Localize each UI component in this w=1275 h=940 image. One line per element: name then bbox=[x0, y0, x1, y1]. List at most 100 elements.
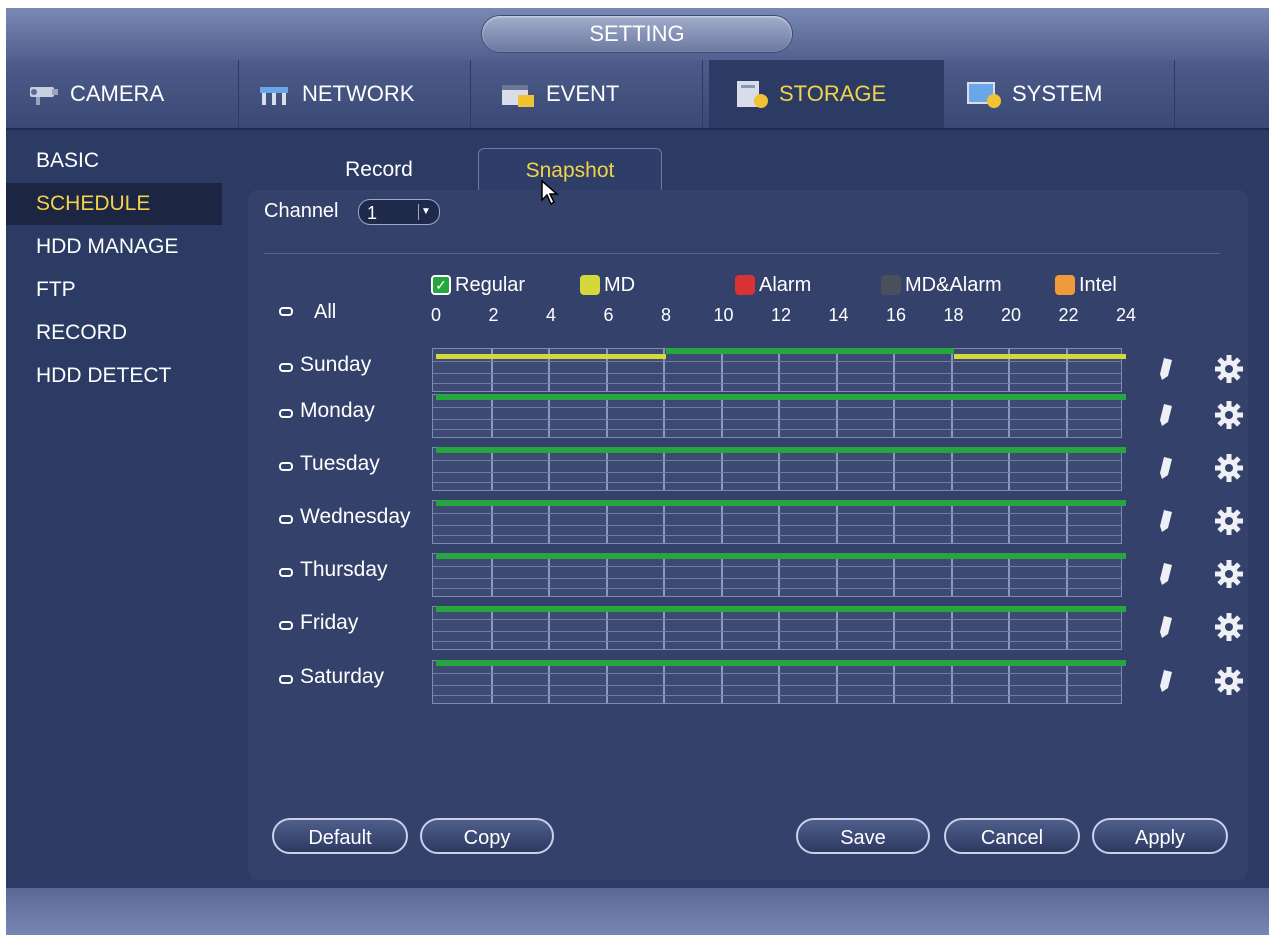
schedule-period-regular bbox=[436, 553, 1126, 559]
storage-icon bbox=[733, 79, 771, 109]
legend-md-alarm[interactable]: MD&Alarm bbox=[881, 273, 1002, 297]
schedule-period-regular bbox=[666, 348, 954, 354]
md-swatch bbox=[580, 275, 600, 295]
tab-event-label: EVENT bbox=[546, 81, 620, 106]
system-icon bbox=[966, 79, 1004, 109]
schedule-period-regular bbox=[436, 606, 1126, 612]
pencil-icon[interactable] bbox=[1158, 508, 1174, 534]
cancel-button[interactable]: Cancel bbox=[944, 818, 1080, 854]
title-bar: SETTING bbox=[6, 8, 1269, 60]
tab-system[interactable]: SYSTEM bbox=[942, 60, 1175, 128]
hour-label: 2 bbox=[488, 305, 499, 325]
tab-storage[interactable]: STORAGE bbox=[709, 60, 944, 128]
day-label: Monday bbox=[300, 399, 375, 422]
menu-basic[interactable]: BASIC bbox=[6, 140, 222, 182]
tab-network[interactable]: NETWORK bbox=[238, 60, 471, 128]
menu-record[interactable]: RECORD bbox=[6, 312, 222, 354]
mouse-cursor-icon bbox=[541, 180, 560, 206]
hour-label: 12 bbox=[770, 305, 792, 325]
gear-icon[interactable] bbox=[1214, 400, 1244, 430]
hour-label: 6 bbox=[603, 305, 614, 325]
legend-alarm[interactable]: Alarm bbox=[735, 273, 811, 297]
legend-regular[interactable]: ✓ Regular bbox=[431, 273, 525, 297]
schedule-grid[interactable] bbox=[432, 606, 1122, 650]
window-title: SETTING bbox=[482, 16, 792, 52]
all-label: All bbox=[314, 301, 337, 323]
schedule-grid[interactable] bbox=[432, 394, 1122, 438]
tab-system-label: SYSTEM bbox=[1012, 81, 1103, 106]
day-checkbox[interactable] bbox=[279, 462, 293, 471]
hour-label: 18 bbox=[943, 305, 964, 325]
all-checkbox[interactable] bbox=[279, 307, 293, 316]
legend-regular-label: Regular bbox=[455, 273, 526, 296]
gear-icon[interactable] bbox=[1214, 666, 1244, 696]
pencil-icon[interactable] bbox=[1158, 402, 1174, 428]
hour-label: 16 bbox=[885, 305, 907, 325]
schedule-period-md bbox=[436, 354, 666, 359]
hour-label: 22 bbox=[1058, 305, 1079, 325]
copy-button[interactable]: Copy bbox=[420, 818, 554, 854]
hour-label: 0 bbox=[430, 305, 441, 325]
left-menu: BASIC SCHEDULE HDD MANAGE FTP RECORD HDD… bbox=[6, 140, 222, 398]
day-checkbox[interactable] bbox=[279, 363, 293, 372]
intel-swatch bbox=[1055, 275, 1075, 295]
day-label: Thursday bbox=[300, 558, 388, 581]
legend-alarm-label: Alarm bbox=[759, 273, 812, 296]
gear-icon[interactable] bbox=[1214, 453, 1244, 483]
top-tab-bar: CAMERA NETWORK EVENT STORAGE SYSTEM bbox=[6, 60, 1269, 130]
gear-icon[interactable] bbox=[1214, 559, 1244, 589]
schedule-grid[interactable] bbox=[432, 500, 1122, 544]
legend-md-alarm-label: MD&Alarm bbox=[905, 273, 1002, 296]
apply-button[interactable]: Apply bbox=[1092, 818, 1228, 854]
gear-icon[interactable] bbox=[1214, 506, 1244, 536]
legend-intel[interactable]: Intel bbox=[1055, 273, 1117, 297]
subtab-snapshot[interactable]: Snapshot bbox=[478, 148, 662, 193]
legend-md[interactable]: MD bbox=[580, 273, 635, 297]
tab-camera[interactable]: CAMERA bbox=[6, 60, 239, 128]
day-checkbox[interactable] bbox=[279, 409, 293, 418]
day-label: Sunday bbox=[300, 353, 372, 376]
divider bbox=[264, 253, 1220, 254]
schedule-period-regular bbox=[436, 660, 1126, 666]
check-icon: ✓ bbox=[431, 275, 451, 295]
pencil-icon[interactable] bbox=[1158, 668, 1174, 694]
menu-schedule[interactable]: SCHEDULE bbox=[6, 183, 222, 225]
schedule-grid[interactable] bbox=[432, 553, 1122, 597]
schedule-period-md bbox=[953, 354, 1126, 359]
channel-value: 1 bbox=[367, 203, 378, 223]
day-label: Friday bbox=[300, 611, 359, 634]
legend-intel-label: Intel bbox=[1079, 273, 1117, 296]
day-checkbox[interactable] bbox=[279, 621, 293, 630]
channel-select[interactable]: 1 ▼ bbox=[358, 199, 440, 225]
schedule-period-regular bbox=[436, 394, 1126, 400]
menu-ftp[interactable]: FTP bbox=[6, 269, 222, 311]
gear-icon[interactable] bbox=[1214, 612, 1244, 642]
subtab-record[interactable]: Record bbox=[288, 148, 470, 192]
schedule-grid[interactable] bbox=[432, 447, 1122, 491]
day-checkbox[interactable] bbox=[279, 515, 293, 524]
tab-network-label: NETWORK bbox=[302, 81, 415, 106]
gear-icon[interactable] bbox=[1214, 354, 1244, 384]
pencil-icon[interactable] bbox=[1158, 561, 1174, 587]
schedule-grid[interactable] bbox=[432, 660, 1122, 704]
chevron-down-icon: ▼ bbox=[418, 204, 433, 220]
hour-label: 4 bbox=[545, 305, 556, 325]
save-button[interactable]: Save bbox=[796, 818, 930, 854]
default-button[interactable]: Default bbox=[272, 818, 408, 854]
hour-label: 20 bbox=[1000, 305, 1022, 325]
status-bar bbox=[6, 888, 1269, 935]
hour-label: 8 bbox=[660, 305, 671, 325]
network-icon bbox=[256, 79, 294, 109]
tab-event[interactable]: EVENT bbox=[470, 60, 703, 128]
pencil-icon[interactable] bbox=[1158, 356, 1174, 382]
tab-camera-label: CAMERA bbox=[70, 81, 165, 106]
tab-storage-label: STORAGE bbox=[779, 81, 887, 106]
pencil-icon[interactable] bbox=[1158, 614, 1174, 640]
hour-label: 24 bbox=[1115, 305, 1137, 325]
menu-hdd-detect[interactable]: HDD DETECT bbox=[6, 355, 222, 397]
day-checkbox[interactable] bbox=[279, 568, 293, 577]
menu-hdd-manage[interactable]: HDD MANAGE bbox=[6, 226, 222, 268]
event-icon bbox=[500, 79, 538, 109]
day-checkbox[interactable] bbox=[279, 675, 293, 684]
pencil-icon[interactable] bbox=[1158, 455, 1174, 481]
